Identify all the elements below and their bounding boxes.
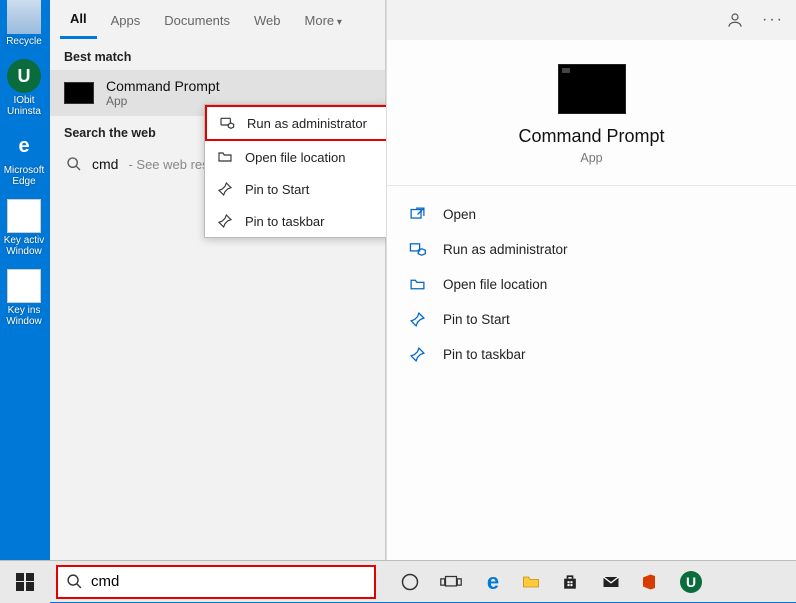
action-label: Pin to Start (443, 312, 510, 327)
command-prompt-icon (64, 82, 94, 104)
tab-apps[interactable]: Apps (101, 3, 151, 38)
mail-icon[interactable] (600, 572, 626, 592)
recycle-bin-icon (7, 0, 41, 34)
desktop-icon-recycle[interactable]: Recycle (0, 0, 48, 47)
ctx-pin-to-start[interactable]: Pin to Start (205, 173, 389, 205)
taskbar-search[interactable] (56, 565, 376, 599)
command-prompt-icon (558, 64, 626, 114)
desktop-icon-iobit[interactable]: U IObit Uninsta (0, 59, 48, 117)
tab-all[interactable]: All (60, 1, 97, 39)
action-run-as-admin[interactable]: Run as administrator (405, 235, 778, 264)
iobit-icon: U (7, 59, 41, 93)
taskbar-icons: e U (382, 569, 796, 595)
ctx-open-file-location[interactable]: Open file location (205, 141, 389, 173)
action-label: Run as administrator (443, 242, 568, 257)
cortana-icon[interactable] (400, 572, 426, 592)
action-label: Pin to taskbar (443, 347, 526, 362)
ctx-item-label: Open file location (245, 150, 345, 165)
action-open-file-location[interactable]: Open file location (405, 270, 778, 299)
search-tabs: All Apps Documents Web More (50, 0, 385, 40)
store-icon[interactable] (560, 572, 586, 592)
pin-icon (409, 346, 429, 363)
folder-icon (409, 276, 429, 293)
office-icon[interactable] (640, 572, 666, 592)
desktop-icon-edge[interactable]: e Microsoft Edge (0, 129, 48, 187)
ctx-item-label: Pin to taskbar (245, 214, 325, 229)
folder-icon (217, 149, 235, 165)
tab-documents[interactable]: Documents (154, 3, 240, 38)
edge-icon: e (7, 129, 41, 163)
detail-title: Command Prompt (387, 126, 796, 147)
start-button[interactable] (0, 561, 50, 603)
action-open[interactable]: Open (405, 200, 778, 229)
action-label: Open (443, 207, 476, 222)
search-panel: All Apps Documents Web More Best match C… (50, 0, 386, 560)
shield-icon (219, 115, 237, 131)
ctx-pin-to-taskbar[interactable]: Pin to taskbar (205, 205, 389, 237)
file-explorer-icon[interactable] (520, 572, 546, 592)
action-pin-to-start[interactable]: Pin to Start (405, 305, 778, 334)
taskview-icon[interactable] (440, 572, 466, 592)
more-icon[interactable]: ··· (762, 11, 784, 29)
pin-icon (217, 181, 235, 197)
section-best-match: Best match (50, 40, 385, 70)
windows-logo-icon (16, 573, 34, 591)
tab-web[interactable]: Web (244, 3, 291, 38)
ctx-item-label: Pin to Start (245, 182, 309, 197)
search-icon (66, 573, 83, 590)
user-icon[interactable] (726, 11, 744, 29)
action-pin-to-taskbar[interactable]: Pin to taskbar (405, 340, 778, 369)
desktop-icons: Recycle U IObit Uninsta e Microsoft Edge… (0, 0, 50, 327)
action-label: Open file location (443, 277, 547, 292)
desktop-icon-key-activ[interactable]: Key activ Window (0, 199, 48, 257)
web-query: cmd (92, 156, 118, 172)
detail-panel: ··· Command Prompt App Open Run as admin… (386, 0, 796, 560)
ctx-run-as-admin[interactable]: Run as administrator (205, 105, 389, 141)
taskbar: e U (0, 560, 796, 602)
search-input[interactable] (91, 573, 366, 590)
context-menu: Run as administrator Open file location … (204, 104, 390, 238)
text-file-icon (7, 269, 41, 303)
ctx-item-label: Run as administrator (247, 116, 367, 131)
shield-icon (409, 241, 429, 258)
search-icon (66, 156, 82, 172)
detail-header: ··· (387, 0, 796, 40)
pin-icon (409, 311, 429, 328)
open-icon (409, 206, 429, 223)
best-match-title: Command Prompt (106, 78, 220, 94)
iobit-icon[interactable]: U (680, 571, 702, 593)
desktop: Recycle U IObit Uninsta e Microsoft Edge… (0, 0, 796, 602)
edge-icon[interactable]: e (480, 569, 506, 595)
pin-icon (217, 213, 235, 229)
detail-actions: Open Run as administrator Open file loca… (387, 186, 796, 383)
desktop-icon-key-ins[interactable]: Key ins Window (0, 269, 48, 327)
text-file-icon (7, 199, 41, 233)
best-match-subtitle: App (106, 94, 220, 108)
detail-subtitle: App (387, 151, 796, 165)
tab-more[interactable]: More (295, 3, 352, 38)
